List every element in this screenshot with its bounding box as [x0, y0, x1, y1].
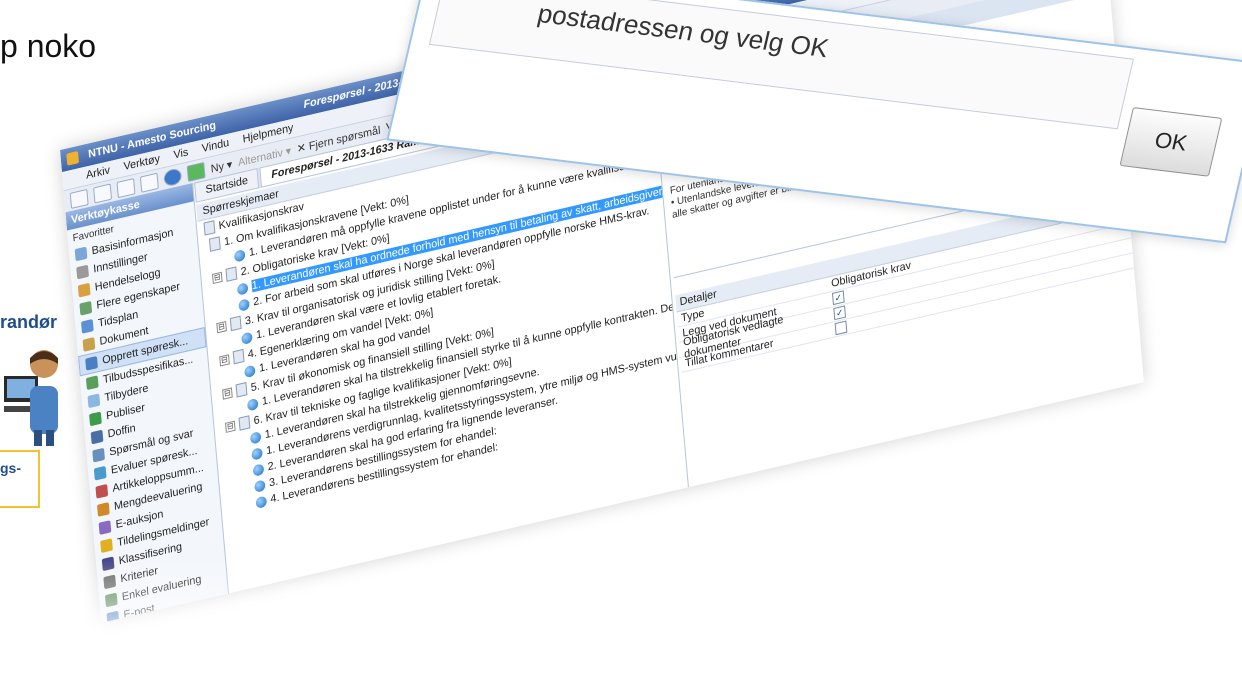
collapse-icon[interactable]: ⊟	[211, 271, 223, 284]
section-icon	[235, 382, 248, 398]
ok-button[interactable]: OK	[1119, 107, 1223, 177]
detail-checkbox[interactable]	[834, 320, 848, 336]
question-icon	[254, 478, 266, 493]
sidebar-item-label: E-post	[123, 602, 156, 622]
question-icon	[241, 330, 253, 345]
menu-vis[interactable]: Vis	[173, 146, 189, 161]
question-icon	[246, 397, 259, 411]
simple-eval-icon	[104, 592, 118, 608]
qa-icon	[92, 447, 105, 463]
help-icon[interactable]	[163, 167, 183, 188]
save-icon[interactable]	[69, 188, 89, 210]
grid-icon[interactable]	[139, 172, 159, 193]
process-box: gs-	[0, 450, 40, 508]
question-icon	[236, 281, 249, 296]
collapse-icon[interactable]: ⊟	[219, 353, 230, 367]
detail-checkbox[interactable]: ✓	[833, 305, 847, 321]
auction-icon	[98, 520, 112, 535]
section-icon	[232, 348, 245, 365]
email-icon	[106, 610, 120, 623]
properties-icon	[79, 300, 93, 316]
questionnaire-icon	[85, 355, 98, 371]
folder-icon	[203, 220, 216, 236]
detail-value-cell	[831, 320, 848, 336]
question-icon	[233, 248, 246, 263]
question-icon	[251, 446, 263, 461]
question-icon	[238, 297, 250, 312]
person-computer-icon	[4, 350, 58, 446]
open-icon[interactable]	[93, 183, 113, 204]
app-icon	[66, 150, 80, 166]
info-icon	[74, 246, 88, 262]
detail-checkbox[interactable]: ✓	[831, 290, 845, 306]
evaluate-icon	[93, 465, 107, 481]
publish-icon	[89, 411, 102, 427]
criteria-icon	[103, 574, 117, 590]
question-icon	[255, 494, 268, 509]
spec-icon	[85, 375, 99, 391]
section-icon	[225, 266, 238, 282]
document-icon	[82, 337, 96, 352]
quantity-icon	[97, 502, 110, 517]
log-icon	[77, 282, 91, 298]
settings-icon	[76, 264, 89, 280]
award-icon	[100, 538, 113, 554]
classify-icon	[101, 556, 115, 572]
slide-text-fragment: p noko	[0, 28, 97, 64]
menu-vindu[interactable]: Vindu	[201, 137, 229, 155]
menu-arkiv[interactable]: Arkiv	[86, 164, 111, 182]
question-icon	[252, 462, 265, 477]
detail-value-cell: ✓	[829, 305, 847, 321]
collapse-icon[interactable]: ⊟	[224, 420, 236, 433]
detail-value-cell: ✓	[828, 290, 845, 306]
supplier-figure: randør gs-	[0, 312, 60, 522]
print-icon[interactable]	[116, 178, 136, 199]
question-icon	[243, 364, 256, 378]
section-icon	[208, 236, 221, 252]
section-icon	[238, 415, 251, 431]
calendar-icon	[80, 318, 94, 334]
refresh-icon[interactable]	[186, 161, 206, 183]
question-icon	[249, 430, 262, 445]
new-button[interactable]: Ny ▾	[210, 157, 233, 175]
doffin-icon	[90, 429, 104, 445]
section-icon	[229, 315, 242, 332]
collapse-icon[interactable]: ⊟	[222, 386, 233, 400]
collapse-icon[interactable]: ⊟	[216, 320, 227, 333]
summary-icon	[95, 483, 109, 499]
suppliers-icon	[87, 393, 101, 409]
role-label: randør	[0, 312, 58, 332]
